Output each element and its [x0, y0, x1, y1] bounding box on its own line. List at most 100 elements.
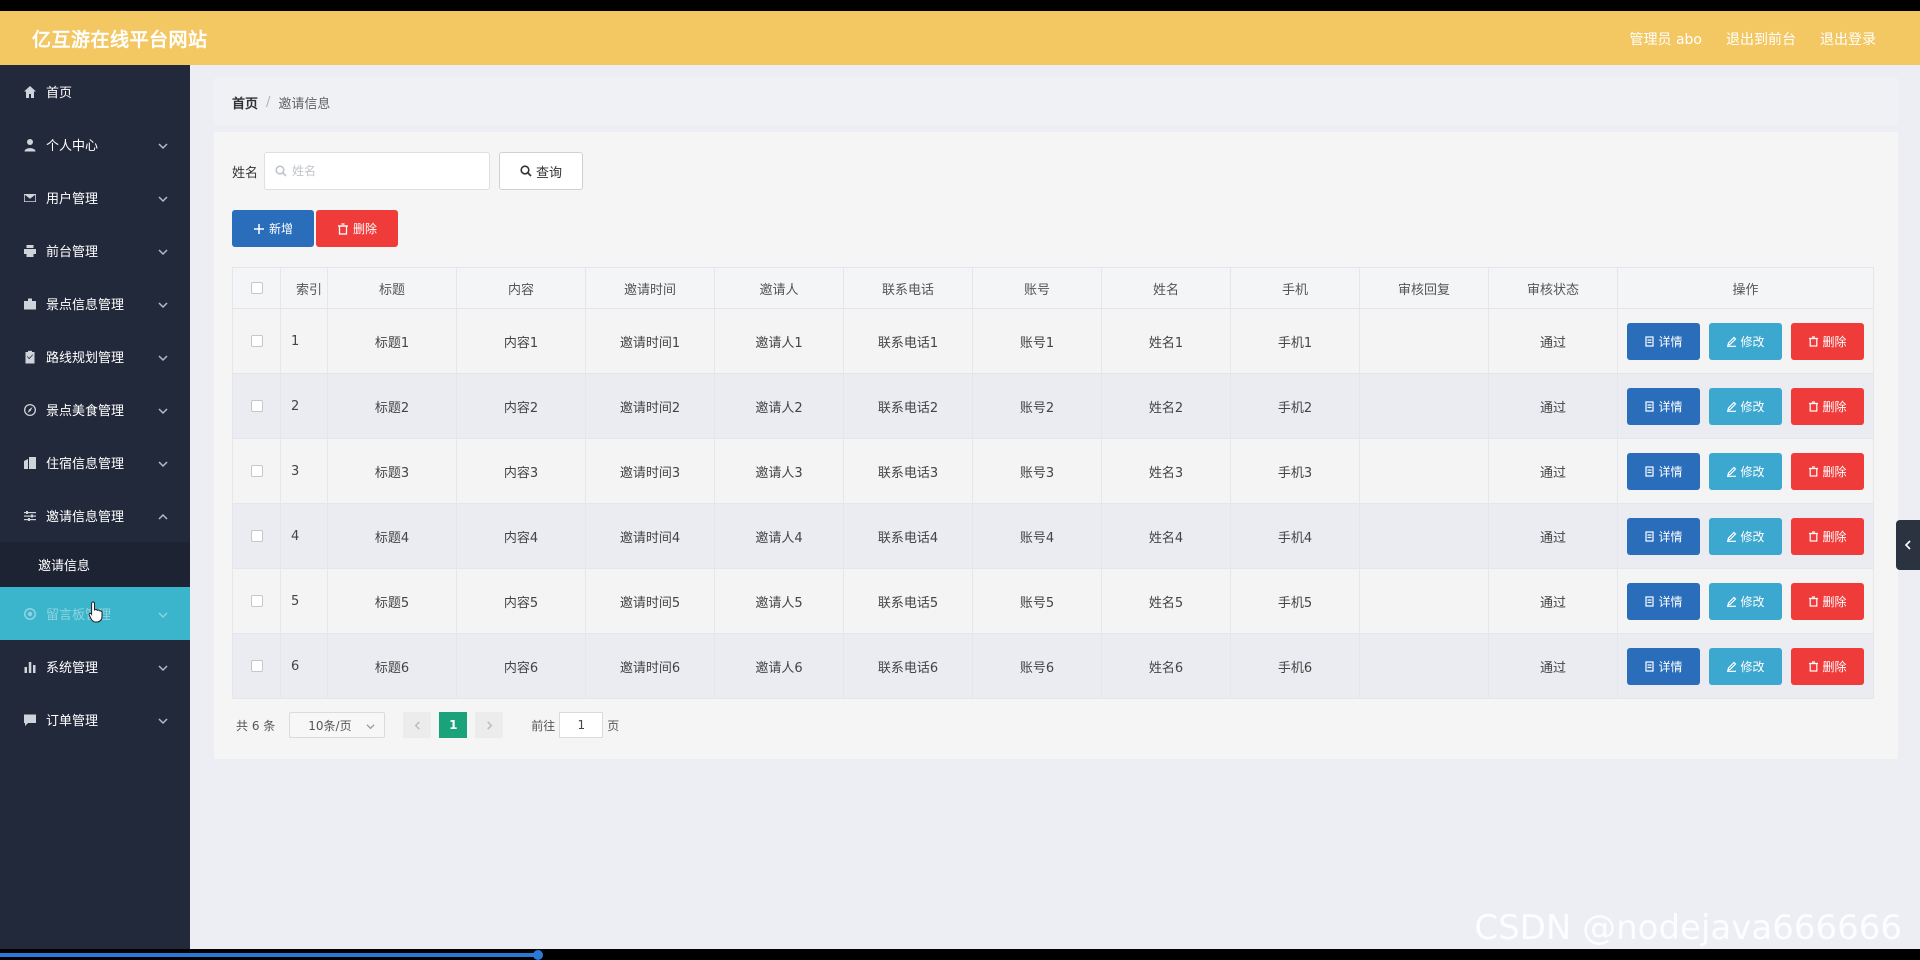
row-detail-button[interactable]: 详情	[1627, 452, 1700, 490]
batch-delete-button[interactable]: 删除	[316, 210, 398, 247]
row-checkbox[interactable]	[250, 530, 263, 542]
table-cell: 标题5	[328, 569, 457, 633]
main-content: 首页 / 邀请信息 姓名 查询 新增 删除 索引标题内容	[190, 65, 1920, 949]
table-cell: 邀请人3	[715, 439, 844, 503]
back-to-frontend-link[interactable]: 退出到前台	[1726, 29, 1796, 49]
sidebar-item-11[interactable]: 订单管理	[0, 693, 190, 746]
sidebar-item-1[interactable]: 个人中心	[0, 118, 190, 171]
row-edit-button[interactable]: 修改	[1709, 452, 1782, 490]
logout-link[interactable]: 退出登录	[1820, 29, 1876, 49]
page-size-select[interactable]: 10条/页	[289, 712, 386, 738]
table-cell: 通过	[1489, 309, 1618, 373]
table-cell	[1360, 504, 1489, 568]
sidebar-item-label: 路线规划管理	[46, 351, 125, 366]
table-cell: 内容2	[457, 374, 586, 438]
column-header: 审核状态	[1489, 268, 1618, 308]
row-delete-button[interactable]: 删除	[1791, 387, 1864, 425]
table-cell: 标题1	[328, 309, 457, 373]
row-actions: 详情 修改 删除	[1618, 309, 1873, 373]
table-cell: 账号2	[973, 374, 1102, 438]
row-detail-label: 详情	[1658, 464, 1683, 479]
sidebar-item-2[interactable]: 用户管理	[0, 171, 190, 224]
table-cell: 联系电话1	[844, 309, 973, 373]
table-cell: 内容5	[457, 569, 586, 633]
row-detail-label: 详情	[1658, 399, 1683, 414]
table-cell: 账号4	[973, 504, 1102, 568]
sidebar-item-label: 用户管理	[46, 192, 99, 207]
sidebar-subitem-invitation[interactable]: 邀请信息	[0, 542, 190, 587]
breadcrumb-home[interactable]: 首页	[232, 93, 258, 112]
table-cell: 姓名3	[1102, 439, 1231, 503]
add-button[interactable]: 新增	[232, 210, 314, 247]
table-cell: 姓名5	[1102, 569, 1231, 633]
sidebar-item-9[interactable]: 留言板管理	[0, 587, 190, 640]
select-all-checkbox[interactable]	[250, 282, 263, 294]
trash-icon	[337, 222, 348, 235]
table-cell: 通过	[1489, 569, 1618, 633]
site-title: 亿互游在线平台网站	[32, 29, 208, 51]
pencil-icon	[1726, 336, 1740, 347]
table-row: 2 标题2 内容2 邀请时间2 邀请人2 联系电话2 账号2 姓名2 手机2 通过 详情 修改 删除	[233, 373, 1873, 438]
row-delete-label: 删除	[1822, 594, 1847, 609]
sidebar-item-7[interactable]: 住宿信息管理	[0, 436, 190, 489]
goto-page-input[interactable]	[559, 712, 604, 738]
table-cell: 手机5	[1231, 569, 1360, 633]
goto-suffix: 页	[607, 718, 620, 733]
row-edit-button[interactable]: 修改	[1709, 387, 1782, 425]
row-checkbox[interactable]	[250, 335, 263, 347]
row-detail-button[interactable]: 详情	[1627, 582, 1700, 620]
sidebar-item-8[interactable]: 邀请信息管理	[0, 489, 190, 542]
video-progress-bar[interactable]	[0, 953, 538, 957]
column-header: 标题	[328, 268, 457, 308]
page-number-current[interactable]: 1	[439, 712, 468, 738]
sidebar-item-0[interactable]: 首页	[0, 65, 190, 118]
table-cell: 内容1	[457, 309, 586, 373]
row-detail-label: 详情	[1658, 659, 1683, 674]
row-edit-label: 修改	[1740, 529, 1765, 544]
row-detail-button[interactable]: 详情	[1627, 322, 1700, 360]
page-size-value: 10条/页	[308, 718, 352, 733]
sidebar-item-4[interactable]: 景点信息管理	[0, 277, 190, 330]
row-checkbox[interactable]	[250, 465, 263, 477]
row-delete-button[interactable]: 删除	[1791, 322, 1864, 360]
sidebar-item-5[interactable]: 路线规划管理	[0, 330, 190, 383]
clipboard-icon	[22, 349, 38, 365]
next-page-button[interactable]	[475, 712, 504, 738]
row-detail-button[interactable]: 详情	[1627, 387, 1700, 425]
row-edit-button[interactable]: 修改	[1709, 517, 1782, 555]
search-box[interactable]	[264, 152, 491, 190]
sidebar-item-3[interactable]: 前台管理	[0, 224, 190, 277]
admin-user-link[interactable]: 管理员 abo	[1630, 29, 1702, 49]
invitation-table: 索引 标题 内容 邀请时间 邀请人 联系电话 账号 姓名 手机 审核回复 审核状态 操作 1 标题1 内容1…	[232, 267, 1874, 699]
row-detail-button[interactable]: 详情	[1627, 517, 1700, 555]
prev-page-button[interactable]	[403, 712, 432, 738]
sidebar-item-6[interactable]: 景点美食管理	[0, 383, 190, 436]
row-delete-button[interactable]: 删除	[1791, 452, 1864, 490]
video-progress-handle[interactable]	[533, 950, 543, 960]
row-select-cell	[233, 569, 281, 633]
query-button[interactable]: 查询	[499, 152, 584, 190]
table-row: 6 标题6 内容6 邀请时间6 邀请人6 联系电话6 账号6 姓名6 手机6 通过 详情 修改 删除	[233, 633, 1873, 698]
row-checkbox[interactable]	[250, 595, 263, 607]
row-detail-button[interactable]: 详情	[1627, 647, 1700, 685]
table-cell: 联系电话6	[844, 634, 973, 698]
row-checkbox[interactable]	[250, 400, 263, 412]
search-icon	[275, 165, 287, 177]
row-delete-button[interactable]: 删除	[1791, 647, 1864, 685]
table-cell: 标题4	[328, 504, 457, 568]
row-edit-button[interactable]: 修改	[1709, 647, 1782, 685]
chat-icon	[22, 606, 38, 622]
row-edit-button[interactable]: 修改	[1709, 582, 1782, 620]
chevron-left-icon	[1904, 540, 1911, 550]
chevron-down-icon	[366, 724, 375, 730]
table-row: 5 标题5 内容5 邀请时间5 邀请人5 联系电话5 账号5 姓名5 手机5 通过 详情 修改 删除	[233, 568, 1873, 633]
sidebar-item-10[interactable]: 系统管理	[0, 640, 190, 693]
table-cell: 邀请人4	[715, 504, 844, 568]
row-checkbox[interactable]	[250, 660, 263, 672]
pencil-icon	[1726, 596, 1740, 607]
name-search-input[interactable]	[292, 164, 473, 178]
row-delete-button[interactable]: 删除	[1791, 517, 1864, 555]
collapse-side-panel-tab[interactable]	[1896, 520, 1920, 570]
row-edit-button[interactable]: 修改	[1709, 322, 1782, 360]
row-delete-button[interactable]: 删除	[1791, 582, 1864, 620]
